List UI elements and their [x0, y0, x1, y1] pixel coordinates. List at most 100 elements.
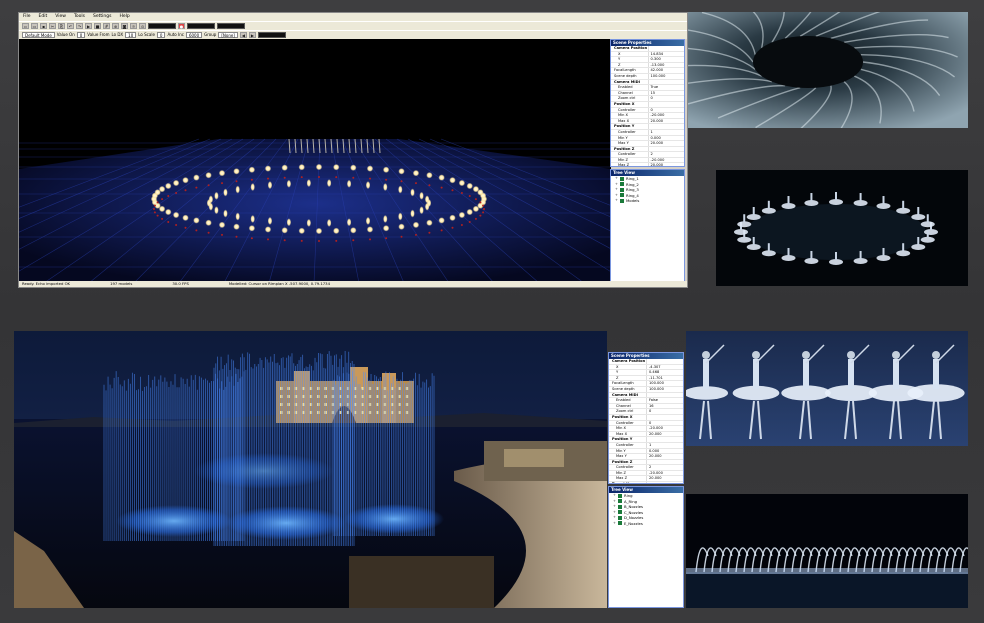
property-value[interactable]: 0.000 — [648, 136, 685, 141]
property-value[interactable] — [648, 80, 685, 85]
lo-scale-field[interactable]: 0 — [157, 32, 166, 38]
property-value[interactable] — [646, 393, 683, 398]
mode-select[interactable]: Default Mode — [22, 32, 55, 38]
copy-icon[interactable]: ⎘ — [58, 23, 65, 29]
menu-file[interactable]: File — [23, 13, 31, 21]
tree-list: + Ring_1 + Ring_2 + Ring_3 + Ring_4 + Models — [611, 176, 684, 204]
menu-edit[interactable]: Edit — [39, 13, 48, 21]
menu-bar: File Edit View Tools Settings Help — [19, 13, 687, 21]
scene-properties-panel: Scene Properties Camera Position X 14.834 Y… — [610, 39, 685, 167]
property-value[interactable]: -20.000 — [648, 113, 685, 118]
new-icon[interactable]: ▫ — [22, 23, 29, 29]
property-key: Scene depth — [611, 74, 648, 79]
expand-icon[interactable]: + — [615, 198, 618, 204]
photo-ballet-line — [686, 331, 968, 446]
undo-icon[interactable]: ↶ — [67, 23, 74, 29]
property-value[interactable]: 14.834 — [648, 52, 685, 57]
record-icon[interactable]: ● — [178, 23, 185, 29]
property-value[interactable]: -20.000 — [648, 158, 685, 163]
property-key: Camera MIDI — [611, 80, 648, 85]
stop-icon[interactable]: ■ — [94, 23, 101, 29]
property-value[interactable] — [648, 147, 685, 152]
property-value[interactable]: -20.000 — [646, 471, 683, 476]
scene-properties-panel-2: Scene Properties Camera Position X -4.307 Y… — [608, 352, 684, 484]
property-value[interactable]: 100.000 — [646, 387, 683, 392]
property-value[interactable]: 20.000 — [648, 163, 685, 167]
property-value[interactable] — [648, 46, 685, 51]
property-value[interactable]: 2 — [646, 465, 683, 470]
property-value[interactable]: 20.000 — [646, 454, 683, 459]
property-value[interactable]: 15 — [648, 91, 685, 96]
property-value[interactable]: 100.000 — [648, 74, 685, 79]
property-value[interactable]: 16 — [646, 404, 683, 409]
property-value[interactable]: 2 — [648, 152, 685, 157]
property-value[interactable]: 20.000 — [648, 119, 685, 124]
property-value[interactable]: 0 — [646, 409, 683, 414]
property-key: X — [611, 52, 648, 57]
property-value[interactable]: 20.000 — [646, 476, 683, 481]
value-on-field[interactable]: 0 — [77, 32, 86, 38]
prev-icon[interactable]: ◀ — [240, 32, 247, 38]
menu-tools[interactable]: Tools — [74, 13, 85, 21]
property-value[interactable] — [646, 415, 683, 420]
property-value[interactable]: -20.000 — [646, 426, 683, 431]
property-value[interactable] — [648, 102, 685, 107]
cut-icon[interactable]: ✂ — [49, 23, 56, 29]
property-value[interactable]: True — [648, 85, 685, 90]
property-row[interactable]: Max Z 20.000 — [611, 163, 684, 167]
property-value[interactable] — [648, 124, 685, 129]
property-value[interactable] — [646, 359, 683, 364]
property-key: Camera Position — [609, 359, 646, 364]
property-key: Y — [611, 57, 648, 62]
property-value[interactable]: 0 — [648, 108, 685, 113]
property-value[interactable]: 0.000 — [646, 449, 683, 454]
property-value[interactable]: 0 — [648, 96, 685, 101]
menu-view[interactable]: View — [55, 13, 66, 21]
property-value[interactable]: -4.307 — [646, 365, 683, 370]
property-value[interactable]: 1 — [646, 443, 683, 448]
property-value[interactable] — [646, 482, 683, 484]
save-icon[interactable]: ▪ — [40, 23, 47, 29]
open-icon[interactable]: ▭ — [31, 23, 38, 29]
tree-node[interactable]: + E_Nozzles — [609, 521, 683, 527]
property-value[interactable] — [646, 437, 683, 442]
property-row[interactable]: Target X — [609, 482, 683, 484]
zoom-icon[interactable]: ⊕ — [112, 23, 119, 29]
property-value[interactable]: 1 — [648, 130, 685, 135]
square-icon — [618, 499, 622, 503]
property-value[interactable]: False — [646, 398, 683, 403]
nozzle-icon[interactable]: ⊙ — [139, 23, 146, 29]
property-value[interactable]: 0 — [646, 421, 683, 426]
property-key: Enabled — [609, 398, 646, 403]
property-value[interactable]: 100.000 — [646, 381, 683, 386]
property-key: Max X — [609, 432, 646, 437]
property-key: Z — [609, 376, 646, 381]
expand-icon[interactable]: + — [613, 521, 616, 527]
property-value[interactable]: 0.300 — [648, 57, 685, 62]
timeline-display — [148, 23, 176, 29]
property-key: Max Z — [609, 476, 646, 481]
next-icon[interactable]: ▶ — [249, 32, 256, 38]
auto-inc-field[interactable]: 6000 — [186, 32, 202, 38]
photo-swirl-fountain — [688, 12, 968, 128]
property-value[interactable]: 20.000 — [646, 432, 683, 437]
grid-icon[interactable]: # — [103, 23, 110, 29]
tree-node[interactable]: + Models — [611, 198, 684, 204]
property-value[interactable]: 0.468 — [646, 370, 683, 375]
light-icon[interactable]: ☼ — [130, 23, 137, 29]
3d-viewport[interactable] — [19, 39, 611, 283]
property-key: Max X — [611, 119, 648, 124]
property-value[interactable]: -13.000 — [648, 63, 685, 68]
menu-help[interactable]: Help — [120, 13, 130, 21]
lo-dx-field[interactable]: 10 — [125, 32, 136, 38]
property-value[interactable]: 20.000 — [648, 141, 685, 146]
redo-icon[interactable]: ↷ — [76, 23, 83, 29]
group-select[interactable]: [None] — [218, 32, 238, 38]
property-value[interactable]: -11.701 — [646, 376, 683, 381]
property-value[interactable] — [646, 460, 683, 465]
play-icon[interactable]: ▶ — [85, 23, 92, 29]
group-label: Group — [204, 32, 216, 38]
menu-settings[interactable]: Settings — [93, 13, 111, 21]
property-value[interactable]: 42.000 — [648, 68, 685, 73]
camera-icon[interactable]: ◙ — [121, 23, 128, 29]
